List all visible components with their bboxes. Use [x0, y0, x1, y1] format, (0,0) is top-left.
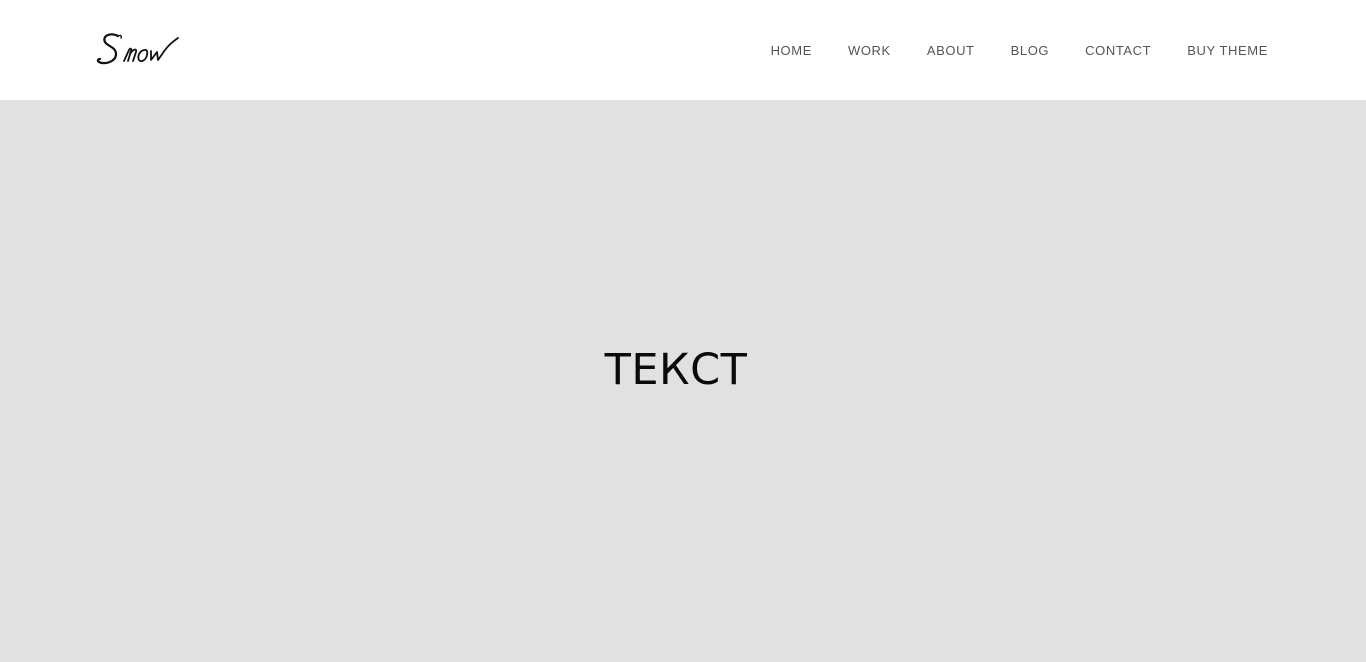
nav-about[interactable]: ABOUT: [927, 42, 975, 60]
site-header: HOME WORK ABOUT BLOG CONTACT BUY THEME: [0, 0, 1366, 100]
main-nav: HOME WORK ABOUT BLOG CONTACT BUY THEME: [771, 41, 1268, 61]
site-logo[interactable]: [96, 26, 186, 70]
nav-buy-theme[interactable]: BUY THEME: [1187, 42, 1268, 60]
nav-home[interactable]: HOME: [771, 42, 812, 60]
nav-work[interactable]: WORK: [848, 42, 891, 60]
hero-heading: ТЕКСТ: [604, 345, 748, 395]
nav-contact[interactable]: CONTACT: [1085, 42, 1151, 60]
snow-logo-mark: [96, 33, 179, 65]
hero-section: ТЕКСТ: [0, 100, 1366, 662]
nav-blog[interactable]: BLOG: [1011, 42, 1050, 60]
